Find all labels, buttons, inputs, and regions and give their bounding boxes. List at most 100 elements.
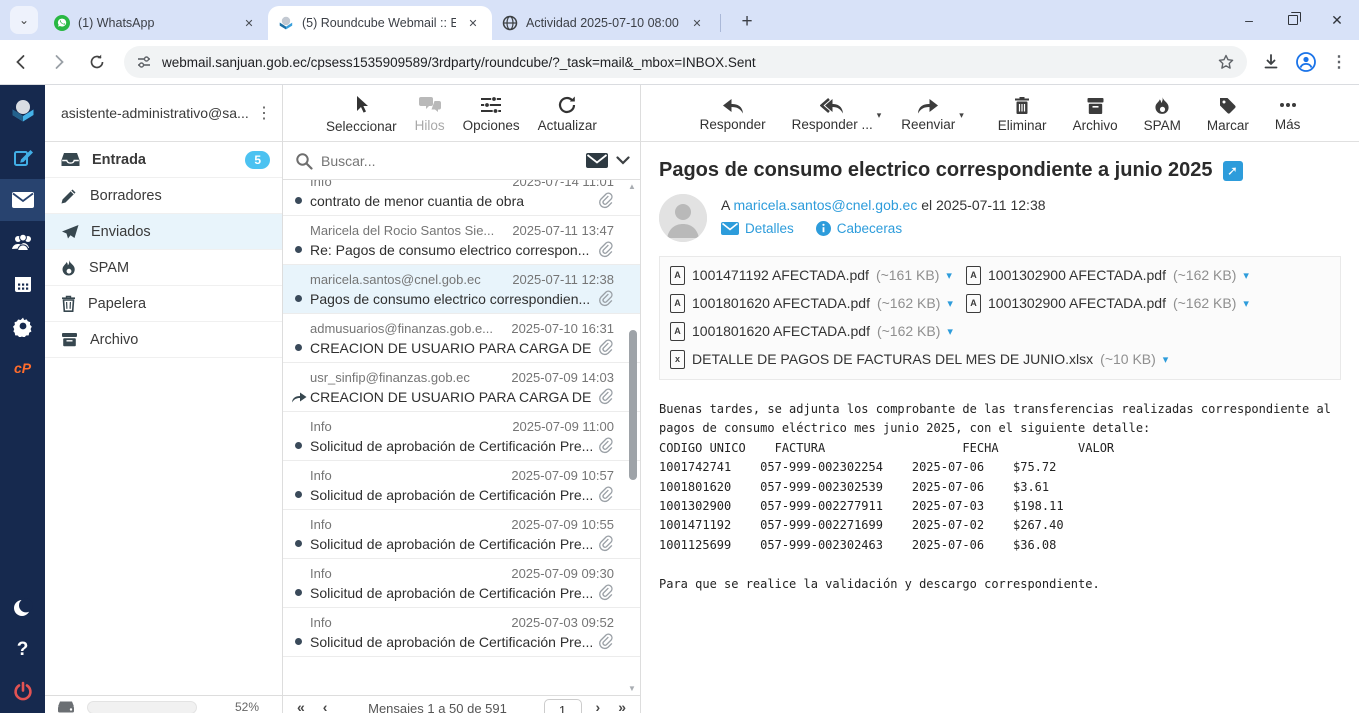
attachment-menu-icon[interactable]: ▾ xyxy=(1243,297,1249,310)
close-icon[interactable]: ✕ xyxy=(464,14,482,32)
attachment-item[interactable]: x DETALLE DE PAGOS DE FACTURAS DEL MES D… xyxy=(670,345,1176,373)
message-row[interactable]: usr_sinfip@finanzas.gob.ec2025-07-09 14:… xyxy=(283,363,640,412)
next-page-button[interactable]: › xyxy=(592,699,605,713)
attachment-item[interactable]: A 1001302900 AFECTADA.pdf (~162 KB) ▾ xyxy=(966,289,1262,317)
archive-button[interactable]: Archivo xyxy=(1065,96,1126,133)
scroll-down-icon[interactable]: ▼ xyxy=(628,684,636,693)
forward-button[interactable]: Reenviar xyxy=(893,96,963,132)
rail-mail-button[interactable] xyxy=(0,179,45,221)
cpanel-icon[interactable]: cP xyxy=(0,347,45,389)
more-button[interactable]: Más xyxy=(1267,96,1309,132)
message-row[interactable]: Info2025-07-09 10:57 Solicitud de aproba… xyxy=(283,461,640,510)
page-number-input[interactable] xyxy=(544,699,582,713)
forward-button[interactable] xyxy=(42,45,76,79)
attachment-item[interactable]: A 1001471192 AFECTADA.pdf (~161 KB) ▾ xyxy=(670,261,966,289)
attachment-menu-icon[interactable]: ▾ xyxy=(946,269,952,282)
message-row[interactable]: Info2025-07-03 09:52 Solicitud de aproba… xyxy=(283,608,640,657)
attachment-item[interactable]: A 1001801620 AFECTADA.pdf (~162 KB) ▾ xyxy=(670,289,966,317)
pdf-file-icon: A xyxy=(670,266,685,285)
spam-button[interactable]: SPAM xyxy=(1136,96,1189,133)
message-row[interactable]: admusuarios@finanzas.gob.e...2025-07-10 … xyxy=(283,314,640,363)
message-row[interactable]: Info2025-07-14 11:01 contrato de menor c… xyxy=(283,180,640,216)
tab-actividad[interactable]: Actividad 2025-07-10 08:00:00 ✕ xyxy=(492,6,716,40)
folder-spam[interactable]: SPAM xyxy=(45,250,282,286)
reload-button[interactable] xyxy=(80,45,114,79)
select-button[interactable]: Seleccionar xyxy=(319,94,404,134)
logout-icon[interactable] xyxy=(0,671,45,713)
profile-avatar-icon[interactable] xyxy=(1295,51,1317,73)
folder-borradores[interactable]: Borradores xyxy=(45,178,282,214)
pdf-file-icon: A xyxy=(966,266,981,285)
open-in-new-window-icon[interactable]: ➚ xyxy=(1223,161,1243,181)
close-icon[interactable]: ✕ xyxy=(240,14,258,32)
search-input[interactable] xyxy=(321,153,578,169)
folder-enviados[interactable]: Enviados xyxy=(45,214,282,250)
reply-button[interactable]: Responder xyxy=(692,96,774,132)
last-page-button[interactable]: » xyxy=(614,699,630,713)
prev-page-button[interactable]: ‹ xyxy=(319,699,332,713)
attachment-size: (~162 KB) xyxy=(877,323,940,339)
paperclip-icon xyxy=(598,339,614,356)
address-bar[interactable]: webmail.sanjuan.gob.ec/cpsess1535909589/… xyxy=(124,46,1247,78)
reply-all-caret-icon[interactable]: ▾ xyxy=(877,110,882,121)
close-icon[interactable]: ✕ xyxy=(688,14,706,32)
threads-button[interactable]: Hilos xyxy=(408,95,452,133)
scroll-up-icon[interactable]: ▲ xyxy=(628,182,636,191)
attachment-menu-icon[interactable]: ▾ xyxy=(947,297,953,310)
pencil-icon xyxy=(61,187,78,204)
url-text[interactable]: webmail.sanjuan.gob.ec/cpsess1535909589/… xyxy=(162,55,1207,70)
restore-button[interactable] xyxy=(1271,0,1315,40)
bookmark-star-icon[interactable] xyxy=(1217,53,1235,71)
details-toggle[interactable]: Detalles xyxy=(721,221,794,236)
folder-archivo[interactable]: Archivo xyxy=(45,322,282,358)
refresh-button[interactable]: Actualizar xyxy=(531,95,604,133)
paperclip-icon xyxy=(598,388,614,405)
message-row-selected[interactable]: maricela.santos@cnel.gob.ec2025-07-11 12… xyxy=(283,265,640,314)
reply-all-button[interactable]: Responder ... xyxy=(784,96,881,132)
attachment-menu-icon[interactable]: ▾ xyxy=(1163,353,1169,366)
attachment-item[interactable]: A 1001302900 AFECTADA.pdf (~162 KB) ▾ xyxy=(966,261,1262,289)
tab-roundcube[interactable]: (5) Roundcube Webmail :: Envia ✕ xyxy=(268,6,492,40)
back-button[interactable] xyxy=(4,45,38,79)
message-row[interactable]: Info2025-07-09 11:00 Solicitud de aproba… xyxy=(283,412,640,461)
account-email: asistente-administrativo@sa... xyxy=(61,105,252,121)
close-window-button[interactable]: ✕ xyxy=(1315,0,1359,40)
headers-toggle[interactable]: Cabeceras xyxy=(816,221,902,236)
attachment-menu-icon[interactable]: ▾ xyxy=(1243,269,1249,282)
unread-dot-icon xyxy=(295,540,302,547)
row-sender: admusuarios@finanzas.gob.e... xyxy=(310,321,503,336)
folder-entrada[interactable]: Entrada 5 xyxy=(45,142,282,178)
options-button[interactable]: Opciones xyxy=(456,95,527,133)
rail-settings-button[interactable] xyxy=(0,305,45,347)
tab-whatsapp[interactable]: (1) WhatsApp ✕ xyxy=(44,6,268,40)
archive-label: Archivo xyxy=(1073,118,1118,133)
rail-contacts-button[interactable] xyxy=(0,221,45,263)
tab-search-button[interactable]: ⌄ xyxy=(10,6,38,34)
dark-mode-icon[interactable] xyxy=(0,587,45,629)
browser-menu-icon[interactable]: ⋮ xyxy=(1331,52,1347,72)
tab-title: (1) WhatsApp xyxy=(78,16,232,30)
mark-button[interactable]: Marcar xyxy=(1199,96,1257,133)
account-menu-icon[interactable]: ⋮ xyxy=(252,103,276,123)
rail-calendar-button[interactable] xyxy=(0,263,45,305)
help-icon[interactable]: ? xyxy=(0,629,45,671)
first-page-button[interactable]: « xyxy=(293,699,309,713)
message-row[interactable]: Maricela del Rocio Santos Sie...2025-07-… xyxy=(283,216,640,265)
recipient-email-link[interactable]: maricela.santos@cnel.gob.ec xyxy=(733,197,917,213)
site-settings-icon[interactable] xyxy=(136,54,152,70)
search-options-chevron-icon[interactable] xyxy=(616,156,630,165)
delete-button[interactable]: Eliminar xyxy=(990,96,1055,133)
list-scrollbar[interactable]: ▲ ▼ xyxy=(627,180,639,695)
scrollbar-thumb[interactable] xyxy=(629,330,637,480)
compose-button[interactable] xyxy=(0,137,45,179)
search-scope-icon[interactable] xyxy=(586,153,608,168)
attachment-item[interactable]: A 1001801620 AFECTADA.pdf (~162 KB) ▾ xyxy=(670,317,966,345)
minimize-button[interactable]: – xyxy=(1227,0,1271,40)
folder-papelera[interactable]: Papelera xyxy=(45,286,282,322)
forward-caret-icon[interactable]: ▾ xyxy=(959,110,964,121)
new-tab-button[interactable]: + xyxy=(733,8,761,36)
message-row[interactable]: Info2025-07-09 10:55 Solicitud de aproba… xyxy=(283,510,640,559)
downloads-icon[interactable] xyxy=(1261,52,1281,72)
message-row[interactable]: Info2025-07-09 09:30 Solicitud de aproba… xyxy=(283,559,640,608)
attachment-menu-icon[interactable]: ▾ xyxy=(947,325,953,338)
